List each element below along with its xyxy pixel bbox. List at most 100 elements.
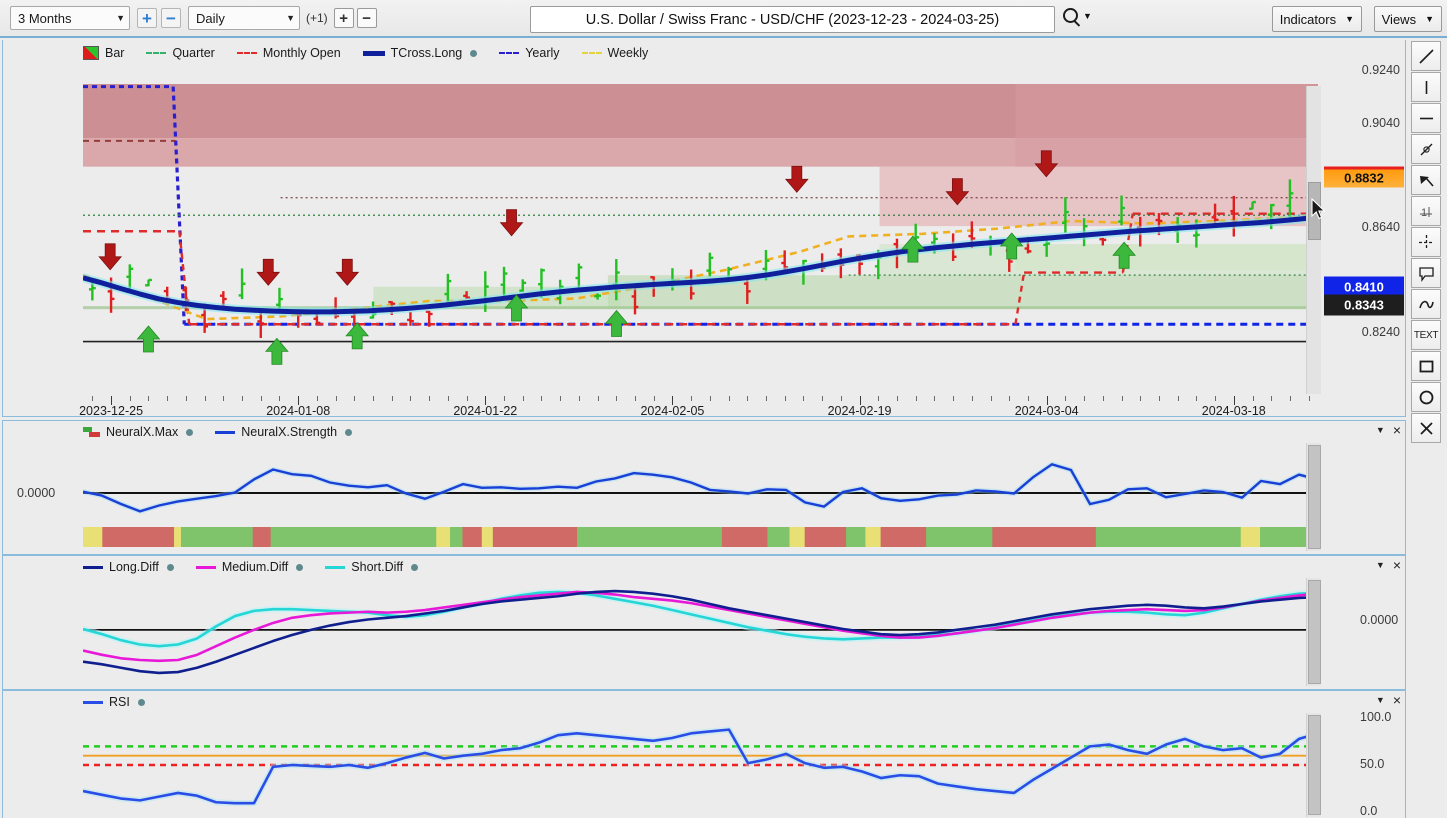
legend-settings-dot-icon[interactable] <box>470 49 478 57</box>
rsi-plot-area[interactable] <box>83 711 1318 818</box>
search-icon[interactable] <box>1063 8 1078 23</box>
neuralx-vertical-scrollbar[interactable] <box>1306 443 1321 551</box>
rsi-panel-controls: ▼ × <box>1376 692 1401 708</box>
search-control[interactable]: ▼ <box>1063 8 1092 23</box>
symbol-title-field[interactable]: U.S. Dollar / Swiss Franc - USD/CHF (202… <box>530 6 1055 33</box>
vertical-line-tool[interactable] <box>1411 72 1441 102</box>
axis-tick <box>1177 396 1179 401</box>
fibonacci-tool[interactable]: 1 <box>1411 196 1441 226</box>
callout-tool[interactable] <box>1411 258 1441 288</box>
legend-item-bar[interactable]: Bar <box>83 46 124 60</box>
chevron-down-icon[interactable]: ▼ <box>1376 425 1385 435</box>
rsi-axis-label: 100.0 <box>1360 710 1392 725</box>
chevron-down-icon: ▼ <box>116 13 125 23</box>
chevron-down-icon[interactable]: ▼ <box>1376 560 1385 570</box>
axis-tick <box>953 396 955 401</box>
chevron-down-icon[interactable]: ▼ <box>1376 695 1385 705</box>
rsi-axis-label: 0.0 <box>1360 803 1378 818</box>
diff-plot-area[interactable] <box>83 576 1318 688</box>
neuralx-panel-controls: ▼ × <box>1376 422 1401 438</box>
solid-line-icon <box>362 50 385 56</box>
legend-settings-dot-icon[interactable] <box>296 563 304 571</box>
trendline-tool[interactable] <box>1411 41 1441 71</box>
price-axis-label: 0.9240 <box>1361 63 1400 78</box>
scrollbar-thumb[interactable] <box>1308 715 1321 815</box>
legend-item-rsi[interactable]: RSI <box>83 695 145 709</box>
axis-tick <box>990 396 992 401</box>
indicators-button-label: Indicators <box>1279 11 1337 27</box>
price-axis-label: 0.9040 <box>1361 115 1400 130</box>
arrow-tool[interactable] <box>1411 165 1441 195</box>
axis-tick <box>1065 396 1067 401</box>
range-increase-button[interactable]: + <box>137 8 157 28</box>
indicators-button[interactable]: Indicators ▼ <box>1271 6 1362 32</box>
scrollbar-thumb[interactable] <box>1308 580 1321 684</box>
legend-item-medium-diff[interactable]: Medium.Diff <box>195 560 304 574</box>
axis-tick <box>597 396 599 401</box>
legend-item-quarter[interactable]: Quarter <box>146 46 215 60</box>
neuralx-plot-area[interactable] <box>83 441 1318 553</box>
dashed-line-icon <box>499 52 520 54</box>
axis-tick <box>1196 396 1198 401</box>
legend-settings-dot-icon[interactable] <box>166 563 174 571</box>
delete-tool[interactable] <box>1411 413 1441 443</box>
diff-vertical-scrollbar[interactable] <box>1306 578 1321 686</box>
legend-item-neuralx-max[interactable]: NeuralX.Max <box>83 425 194 439</box>
text-tool-label: TEXT <box>1413 329 1439 341</box>
ellipse-tool[interactable] <box>1411 382 1441 412</box>
axis-tick <box>1158 396 1160 401</box>
close-icon[interactable]: × <box>1393 557 1401 573</box>
close-icon[interactable]: × <box>1393 422 1401 438</box>
axis-tick <box>1252 396 1254 401</box>
date-axis-label: 2024-02-19 <box>827 404 892 418</box>
line-icon <box>83 565 103 569</box>
axis-tick <box>971 396 973 401</box>
range-select[interactable]: 3 Months ▼ <box>10 6 130 30</box>
legend-item-long-diff[interactable]: Long.Diff <box>83 560 174 574</box>
close-icon[interactable]: × <box>1393 692 1401 708</box>
axis-tick <box>447 396 449 401</box>
price-tag-orange[interactable]: 0.8832 <box>1324 166 1404 188</box>
angle-tool[interactable] <box>1411 134 1441 164</box>
scrollbar-thumb[interactable] <box>1308 445 1321 549</box>
legend-item-weekly[interactable]: Weekly <box>581 46 648 60</box>
legend-item-yearly[interactable]: Yearly <box>499 46 560 60</box>
crosshair-tool[interactable] <box>1411 227 1441 257</box>
legend-settings-dot-icon[interactable] <box>137 698 145 706</box>
legend-item-monthly-open[interactable]: Monthly Open <box>236 46 341 60</box>
legend-label: Long.Diff <box>109 560 159 574</box>
legend-item-short-diff[interactable]: Short.Diff <box>325 560 419 574</box>
price-chart-panel: Bar Quarter Monthly Open TCross.Long Yearly W… <box>2 40 1406 418</box>
legend-label: Medium.Diff <box>221 560 289 574</box>
offset-increase-button[interactable]: + <box>333 8 354 28</box>
legend-settings-dot-icon[interactable] <box>186 428 194 436</box>
legend-item-tcross-long[interactable]: TCross.Long <box>362 46 478 60</box>
legend-settings-dot-icon[interactable] <box>411 563 419 571</box>
views-button[interactable]: Views ▼ <box>1373 6 1442 32</box>
axis-tick <box>1289 396 1291 401</box>
price-axis-label: 0.8240 <box>1361 324 1400 339</box>
axis-tick <box>391 396 393 401</box>
rsi-vertical-scrollbar[interactable] <box>1306 713 1321 817</box>
legend-settings-dot-icon[interactable] <box>345 428 353 436</box>
line-icon <box>83 700 103 704</box>
interval-select[interactable]: Daily ▼ <box>188 6 300 30</box>
price-tag-black[interactable]: 0.8343 <box>1324 294 1404 316</box>
rsi-axis-label: 50.0 <box>1360 757 1385 771</box>
rectangle-tool[interactable] <box>1411 351 1441 381</box>
range-decrease-button[interactable]: − <box>161 8 181 28</box>
chevron-down-icon[interactable]: ▼ <box>1083 11 1092 21</box>
legend-label: TCross.Long <box>390 46 463 60</box>
curve-tool[interactable] <box>1411 289 1441 319</box>
price-plot-area[interactable] <box>83 84 1318 394</box>
legend-label: Monthly Open <box>262 46 341 60</box>
line-icon <box>195 565 216 569</box>
horizontal-line-tool[interactable] <box>1411 103 1441 133</box>
legend-item-neuralx-strength[interactable]: NeuralX.Strength <box>215 425 353 439</box>
axis-tick <box>709 396 711 401</box>
text-tool[interactable]: TEXT <box>1411 320 1441 350</box>
axis-tick <box>410 396 412 401</box>
offset-decrease-button[interactable]: − <box>356 8 377 28</box>
axis-tick <box>765 396 767 401</box>
axis-tick <box>822 396 824 401</box>
